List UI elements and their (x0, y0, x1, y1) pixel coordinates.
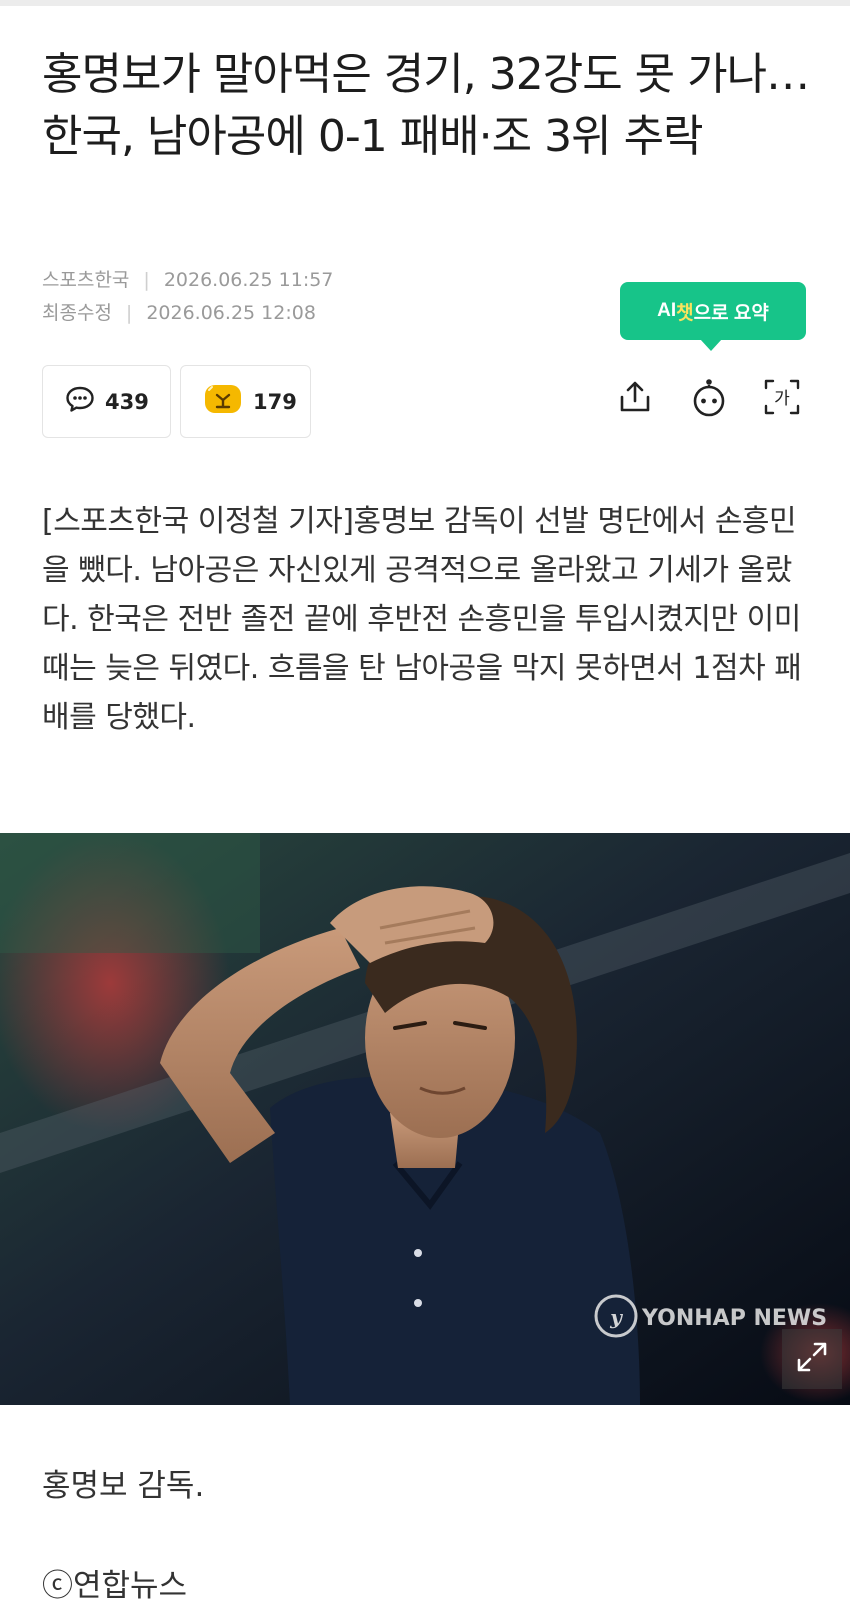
chatbot-icon (689, 377, 729, 421)
reactions-count: 179 (253, 389, 297, 414)
article-body: [스포츠한국 이정철 기자]홍명보 감독이 선발 명단에서 손흥민을 뺐다. 남… (42, 504, 802, 735)
chatbot-button[interactable] (686, 376, 732, 422)
sticker-icon (203, 382, 243, 421)
meta-separator: | (143, 269, 150, 291)
top-divider (0, 0, 850, 6)
font-size-icon: 가 (762, 377, 802, 421)
svg-text:가: 가 (774, 389, 790, 409)
photo-credit: ⓒ연합뉴스 (42, 1568, 188, 1604)
ai-summary-label-chat: 챗 (676, 302, 694, 324)
modified-time: 2026.06.25 12:08 (146, 302, 316, 324)
svg-text:y: y (609, 1305, 623, 1329)
ai-summary-button[interactable]: AI 챗 으로 요약 (620, 282, 806, 351)
font-size-button[interactable]: 가 (759, 376, 805, 422)
share-icon (617, 379, 653, 419)
expand-icon (795, 1340, 829, 1378)
article-source[interactable]: 스포츠한국 (42, 269, 129, 291)
expand-photo-button[interactable] (782, 1329, 842, 1389)
photo-caption: 홍명보 감독. (42, 1468, 205, 1504)
comments-count: 439 (105, 389, 149, 414)
article-source-line: 스포츠한국 | 2026.06.25 11:57 (42, 265, 333, 292)
meta-separator: | (125, 302, 133, 324)
article-headline: 홍명보가 말아먹은 경기, 32강도 못 가나…한국, 남아공에 0-1 패배·… (42, 49, 810, 162)
speech-bubble-icon (65, 385, 95, 418)
modified-label: 최종수정 (42, 302, 112, 324)
photo-watermark: YONHAP NEWS (641, 1306, 827, 1331)
reactions-button[interactable]: 179 (180, 365, 311, 438)
article-modified-line: 최종수정 | 2026.06.25 12:08 (42, 298, 316, 325)
comments-button[interactable]: 439 (42, 365, 171, 438)
ai-summary-label-ai: AI (657, 300, 677, 321)
ai-summary-label-rest: 으로 요약 (693, 302, 769, 324)
share-button[interactable] (612, 376, 658, 422)
published-time: 2026.06.25 11:57 (163, 269, 334, 291)
article-photo[interactable]: y YONHAP NEWS (0, 833, 850, 1405)
